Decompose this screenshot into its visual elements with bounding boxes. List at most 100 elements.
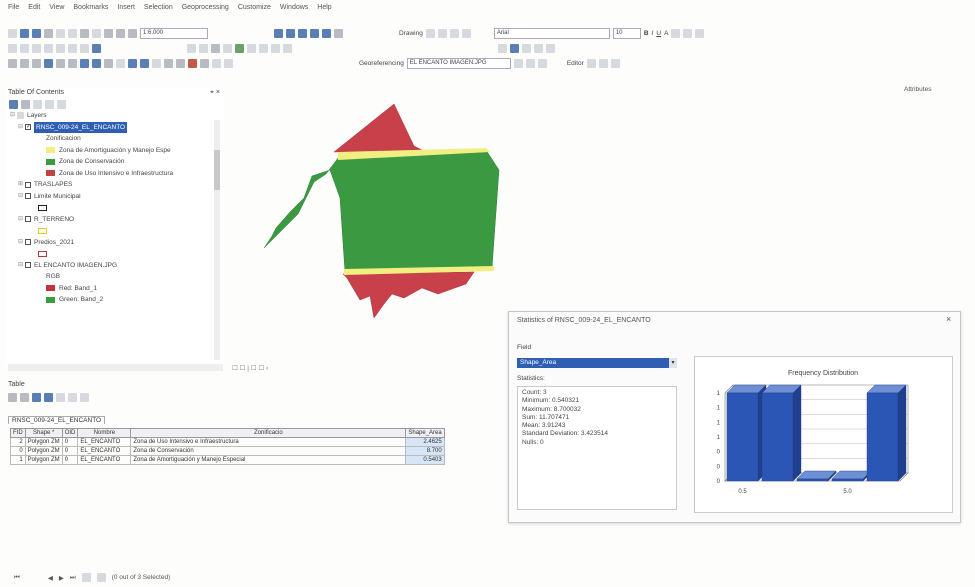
next-record-icon[interactable]: ▶ — [59, 574, 64, 582]
toc-layer-traslapes[interactable]: ⊞ TRASLAPES — [10, 179, 224, 191]
toolbar-icon[interactable] — [44, 43, 53, 53]
layer-name[interactable]: TRASLAPES — [34, 179, 72, 191]
layer-visibility-checkbox[interactable] — [25, 181, 31, 188]
scale-combo[interactable]: 1:6.000 — [140, 27, 208, 39]
italic-button[interactable]: I — [652, 30, 654, 37]
new-document-icon[interactable] — [8, 28, 17, 38]
toolbar-icon[interactable] — [187, 43, 196, 53]
toolbar-icon[interactable] — [546, 43, 555, 53]
toolbar-icon[interactable] — [259, 43, 268, 53]
menu-customize[interactable]: Customize — [238, 4, 271, 11]
back-extent-icon[interactable] — [80, 58, 89, 68]
toolbar-icon[interactable] — [20, 43, 29, 53]
arctoolbox-icon[interactable] — [310, 28, 319, 38]
layer-visibility-checkbox[interactable] — [25, 262, 31, 269]
bold-button[interactable]: B — [644, 30, 649, 37]
collapse-icon[interactable]: ⊟ — [10, 110, 17, 122]
toolbar-icon[interactable] — [522, 43, 531, 53]
editor-menu[interactable]: Editor — [567, 60, 584, 67]
table-row[interactable]: 2 Polygon ZM 0 EL_ENCANTO Zona de Uso In… — [10, 437, 445, 447]
menu-bookmarks[interactable]: Bookmarks — [73, 4, 108, 11]
search-window-icon[interactable] — [298, 28, 307, 38]
menu-edit[interactable]: Edit — [28, 4, 40, 11]
show-all-records-icon[interactable] — [81, 573, 91, 582]
toolbar-icon[interactable] — [610, 58, 620, 68]
catalog-icon[interactable] — [286, 28, 295, 38]
zone-uso-intensivo-top[interactable] — [333, 103, 423, 153]
toolbar-icon[interactable] — [598, 58, 608, 68]
menu-help[interactable]: Help — [317, 4, 331, 11]
column-header[interactable]: Shape * — [24, 428, 63, 438]
pan-icon[interactable] — [32, 58, 41, 68]
forward-extent-icon[interactable] — [92, 58, 101, 68]
toolbar-icon[interactable] — [68, 43, 77, 53]
georeferencing-layer-combo[interactable]: EL ENCANTO IMAGEN.JPG — [406, 57, 511, 69]
link-table-icon[interactable] — [525, 58, 535, 68]
select-elements-icon[interactable] — [425, 28, 435, 38]
identify-icon[interactable] — [140, 58, 149, 68]
toolbar-icon[interactable] — [235, 43, 244, 53]
layer-name[interactable]: Predios_2021 — [34, 237, 74, 249]
cut-icon[interactable] — [56, 28, 65, 38]
paste-icon[interactable] — [80, 28, 89, 38]
toolbar-icon[interactable] — [271, 43, 280, 53]
open-icon[interactable] — [20, 28, 29, 38]
layer-name[interactable]: RNSC_009-24_EL_ENCANTO — [34, 121, 128, 133]
fixed-zoom-out-icon[interactable] — [68, 58, 77, 68]
list-by-drawing-order-icon[interactable] — [9, 99, 18, 109]
menu-file[interactable]: File — [8, 4, 19, 11]
layer-visibility-checkbox[interactable]: ✓ — [25, 124, 31, 131]
column-header[interactable]: FID — [10, 428, 26, 438]
toc-layer-rnsc[interactable]: ⊟ ✓ RNSC_009-24_EL_ENCANTO — [10, 121, 224, 133]
line-color-icon[interactable] — [683, 28, 693, 38]
options-icon[interactable] — [57, 99, 66, 109]
find-icon[interactable] — [152, 58, 161, 68]
editor-toolbar-icon[interactable] — [274, 28, 283, 38]
toolbar-icon[interactable] — [537, 58, 547, 68]
redo-icon[interactable] — [116, 28, 125, 38]
toolbar-icon[interactable] — [247, 43, 256, 53]
layer-visibility-checkbox[interactable] — [25, 193, 31, 200]
layer-name[interactable]: Limite Municipal — [34, 191, 81, 203]
toolbar-icon[interactable] — [32, 43, 41, 53]
map-nav-bar[interactable]: ☐ ☐ | ☐ ☐ ‹ — [232, 364, 268, 372]
python-icon[interactable] — [322, 28, 331, 38]
copy-icon[interactable] — [68, 28, 77, 38]
toc-layer-imagen[interactable]: ⊟ EL ENCANTO IMAGEN.JPG — [10, 260, 224, 272]
georeferencing-menu[interactable]: Georeferencing — [359, 60, 404, 67]
toolbar-icon[interactable] — [211, 43, 220, 53]
switch-selection-icon[interactable] — [44, 393, 53, 402]
field-select[interactable]: Shape_Area — [517, 358, 677, 368]
time-slider-icon[interactable] — [200, 58, 209, 68]
font-size-combo[interactable]: 10 — [612, 27, 641, 39]
menu-view[interactable]: View — [49, 4, 64, 11]
collapse-icon[interactable]: ⊟ — [18, 237, 25, 249]
toc-legend-item[interactable]: Zona de Conservación — [10, 156, 224, 168]
toc-layer-terreno[interactable]: ⊟ R_TERRENO — [10, 214, 224, 226]
column-header[interactable]: Zonificacio — [130, 428, 407, 438]
toc-layer-predios[interactable]: ⊟ Predios_2021 — [10, 237, 224, 249]
marker-color-icon[interactable] — [695, 28, 705, 38]
model-builder-icon[interactable] — [334, 28, 343, 38]
underline-button[interactable]: U — [656, 30, 661, 37]
expand-icon[interactable]: ⊞ — [18, 179, 25, 191]
collapse-icon[interactable]: ⊟ — [18, 260, 25, 272]
toc-legend-item[interactable]: Green: Band_2 — [10, 294, 224, 306]
fill-color-icon[interactable] — [671, 28, 681, 38]
toolbar-icon[interactable] — [534, 43, 543, 53]
rotate-icon[interactable] — [437, 28, 447, 38]
zoom-out-icon[interactable] — [20, 58, 29, 68]
toc-close-button[interactable]: ⌖ × — [210, 87, 220, 98]
collapse-icon[interactable]: ⊟ — [18, 214, 25, 226]
toc-scroll-thumb[interactable] — [214, 150, 220, 190]
fixed-zoom-in-icon[interactable] — [56, 58, 65, 68]
zone-uso-intensivo-bottom[interactable] — [342, 271, 475, 319]
list-by-visibility-icon[interactable] — [33, 99, 42, 109]
toc-layer-limite[interactable]: ⊟ Limite Municipal — [10, 191, 224, 203]
toc-horizontal-scrollbar[interactable] — [8, 364, 223, 371]
toolbar-icon[interactable] — [199, 43, 208, 53]
toolbar-icon[interactable] — [510, 43, 519, 53]
text-tool-icon[interactable] — [461, 28, 471, 38]
toc-legend-item[interactable]: Zona de Uso Intensivo e Infraestructura — [10, 168, 224, 180]
clear-selection-icon[interactable] — [116, 58, 125, 68]
